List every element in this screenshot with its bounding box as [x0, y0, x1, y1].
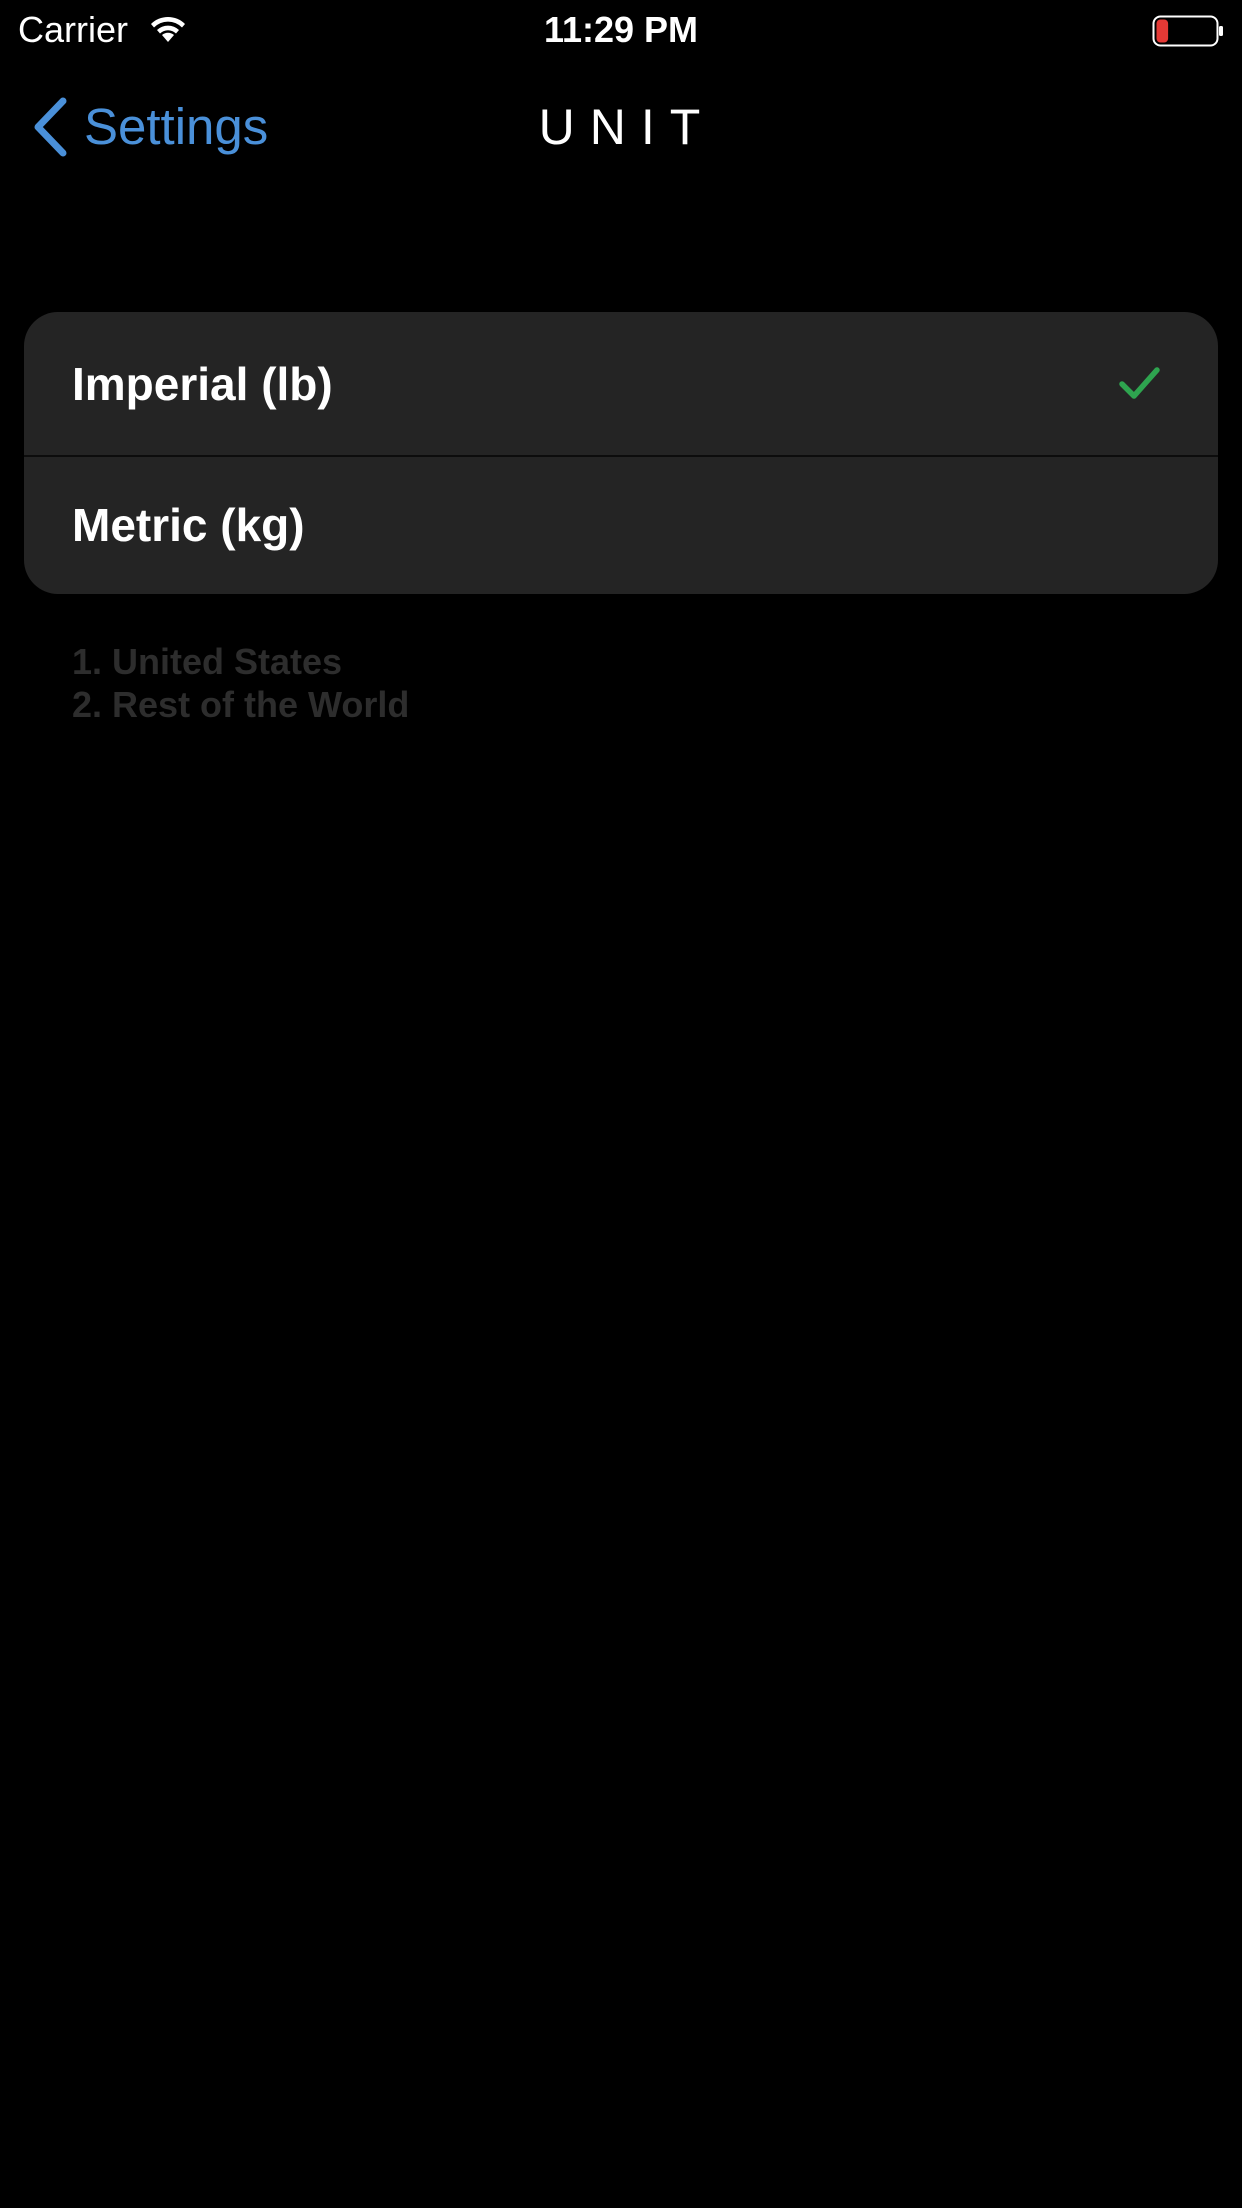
page-title: UNIT — [538, 99, 716, 155]
checkmark-icon — [1119, 367, 1160, 399]
option-metric[interactable]: Metric (kg) — [24, 456, 1218, 594]
status-time: 11:29 PM — [543, 9, 699, 50]
battery-icon — [1152, 14, 1224, 48]
unit-options-list: Imperial (lb) Metric (kg) — [24, 312, 1218, 594]
footnote-line-1: 1. United States — [72, 641, 343, 682]
option-label-metric: Metric (kg) — [72, 499, 305, 551]
status-bar: Carrier 11:29 PM — [0, 0, 1242, 60]
footnote: 1. United States 2. Rest of the World — [72, 640, 409, 726]
option-imperial[interactable]: Imperial (lb) — [24, 312, 1218, 455]
option-label-imperial: Imperial (lb) — [72, 357, 333, 410]
footnote-line-2: 2. Rest of the World — [72, 684, 410, 725]
navigation-bar: Settings UNIT — [0, 70, 1242, 182]
battery-level-fill — [1156, 19, 1169, 43]
